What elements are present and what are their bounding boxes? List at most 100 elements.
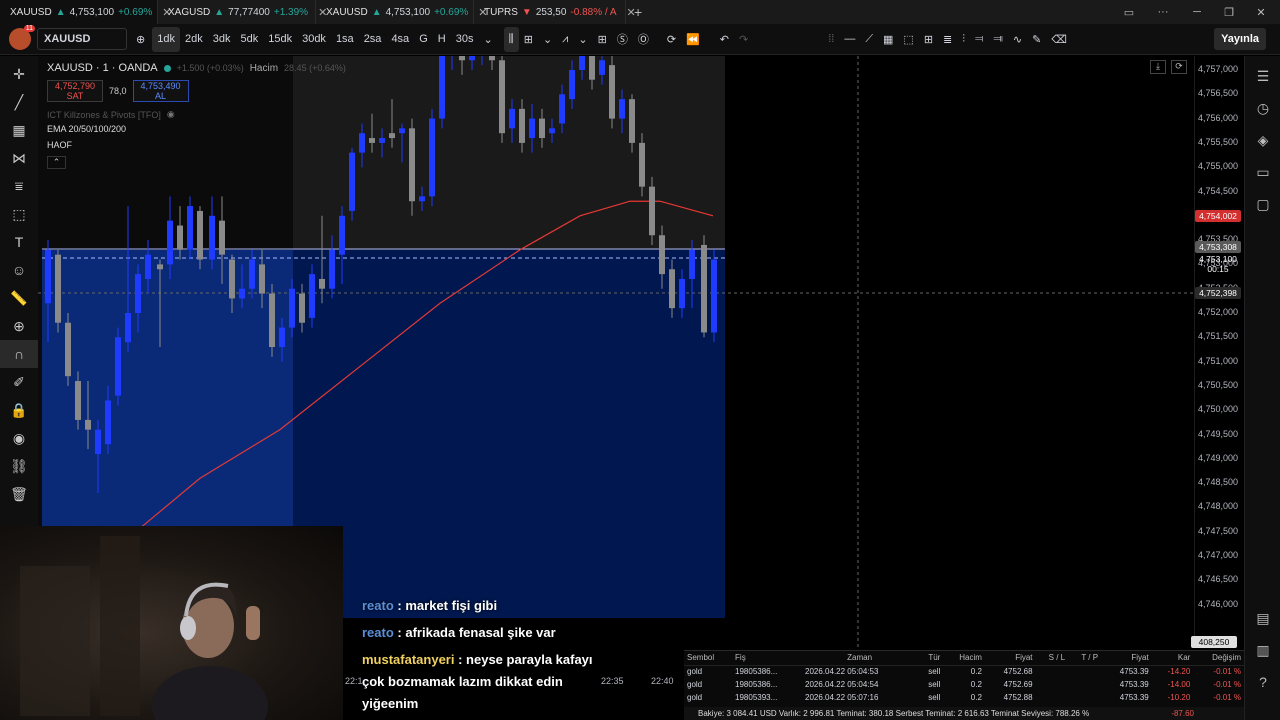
- table-row[interactable]: gold 19805386... 2026.04.22 05:04:54 sell 0.…: [684, 678, 1244, 691]
- zoom-icon[interactable]: ⊕: [0, 312, 38, 340]
- watchlist-icon[interactable]: ☰: [1245, 60, 1280, 92]
- alert-icon[interactable]: Ⓢ: [612, 27, 633, 52]
- eye-icon[interactable]: ◉: [167, 109, 175, 120]
- maximize-button[interactable]: ❐: [1212, 0, 1246, 24]
- interval-2dk[interactable]: 2dk: [180, 27, 208, 52]
- col-current-price[interactable]: Fiyat: [1101, 651, 1152, 666]
- col-volume[interactable]: Hacim: [943, 651, 985, 666]
- col-price[interactable]: Fiyat: [984, 651, 1036, 666]
- table-row[interactable]: gold 19805393... 2026.04.22 05:07:16 sell 0.…: [684, 691, 1244, 704]
- fib-grid-icon[interactable]: ▦: [0, 116, 38, 144]
- indicator-killzones[interactable]: ICT Killzones & Pivots [TFO]: [47, 110, 161, 120]
- parallel-channel-icon[interactable]: ⫤: [970, 27, 988, 52]
- brush-icon[interactable]: ✎: [1027, 27, 1046, 52]
- geometry-icon[interactable]: ⬚: [0, 200, 38, 228]
- eraser-icon[interactable]: ⌫: [1046, 27, 1072, 52]
- scroll-down-icon[interactable]: ⤓: [1150, 60, 1166, 74]
- layout-icon[interactable]: ⊞: [919, 27, 938, 52]
- candle-type-icon[interactable]: ⫼: [503, 26, 519, 52]
- interval-h[interactable]: H: [433, 27, 451, 52]
- sell-button[interactable]: 4,752,790 SAT: [47, 80, 103, 102]
- projection-icon[interactable]: ⩸: [0, 172, 38, 200]
- lock-icon[interactable]: 🔒: [0, 396, 38, 424]
- chevron-down-icon[interactable]: ⌄: [478, 27, 497, 52]
- interval-1dk[interactable]: 1dk: [152, 26, 180, 52]
- ruler-icon[interactable]: 📏: [0, 284, 38, 312]
- table-row[interactable]: gold 19805386... 2026.04.22 05:04:53 sell 0.…: [684, 665, 1244, 678]
- interval-3dk[interactable]: 3dk: [208, 27, 236, 52]
- col-profit[interactable]: Kar: [1151, 651, 1194, 666]
- bar-type-icon[interactable]: ⊞: [519, 27, 538, 52]
- calendar-icon[interactable]: ▤: [1245, 602, 1280, 634]
- path-icon[interactable]: ∿: [1008, 27, 1027, 52]
- redo-icon[interactable]: ↷: [734, 27, 753, 52]
- pencil-icon[interactable]: ✐: [0, 368, 38, 396]
- crosshair-icon[interactable]: ✛: [0, 60, 38, 88]
- alerts-clock-icon[interactable]: ◷: [1245, 92, 1280, 124]
- replay-icon[interactable]: Ⓞ: [633, 27, 654, 52]
- add-alert-icon[interactable]: ⟳: [662, 27, 681, 52]
- interval-g[interactable]: G: [414, 27, 433, 52]
- interval-4sa[interactable]: 4sa: [386, 27, 414, 52]
- emoji-icon[interactable]: ☺: [0, 256, 38, 284]
- indicator-haof[interactable]: HAOF: [47, 140, 346, 150]
- col-ticket[interactable]: Fiş: [732, 651, 803, 666]
- more-icon[interactable]: ···: [1146, 0, 1180, 24]
- trend-line-icon[interactable]: ⟋: [860, 27, 878, 52]
- layers-icon[interactable]: ◈: [1245, 124, 1280, 156]
- buy-button[interactable]: 4,753,490 AL: [132, 80, 189, 102]
- collapse-legend-icon[interactable]: ⌃: [47, 156, 66, 169]
- legend-title[interactable]: XAUUSD · 1 · OANDA: [47, 62, 158, 74]
- col-time[interactable]: Zaman: [802, 651, 918, 666]
- interval-5dk[interactable]: 5dk: [235, 27, 263, 52]
- link-icon[interactable]: ⛓: [0, 452, 38, 480]
- col-sl[interactable]: S / L: [1035, 651, 1069, 666]
- layout-icon[interactable]: ▭: [1112, 0, 1146, 24]
- tab-xagusd[interactable]: XAGUSD ▲ 77,77400 +1.39% ✕: [158, 0, 327, 24]
- interval-30dk[interactable]: 30dk: [297, 27, 331, 52]
- eye-icon[interactable]: ◉: [0, 424, 38, 452]
- vertical-line-icon[interactable]: ⫶: [957, 27, 970, 52]
- trend-line-icon[interactable]: ╱: [0, 88, 38, 116]
- new-tab-button[interactable]: +: [626, 4, 650, 20]
- pitchfork-icon[interactable]: ⫥: [988, 27, 1008, 52]
- pattern-icon[interactable]: ⋈: [0, 144, 38, 172]
- grid-icon[interactable]: ▦: [878, 27, 898, 52]
- help-icon[interactable]: ?: [1245, 666, 1280, 698]
- col-tp[interactable]: T / P: [1068, 651, 1102, 666]
- rewind-icon[interactable]: ⏪: [681, 27, 705, 52]
- symbol-search[interactable]: XAUUSD: [37, 28, 127, 50]
- trash-icon[interactable]: 🗑: [0, 480, 38, 508]
- col-change[interactable]: Değişim: [1193, 651, 1244, 666]
- fib-icon[interactable]: ≣: [938, 27, 957, 52]
- publish-button[interactable]: Yayınla: [1214, 28, 1266, 50]
- tab-xauusd-1[interactable]: XAUUSD ▲ 4,753,100 +0.69% ✕: [0, 0, 172, 24]
- close-window-button[interactable]: ✕: [1244, 0, 1278, 24]
- rectangle-icon[interactable]: ⬚: [898, 27, 918, 52]
- interval-1sa[interactable]: 1sa: [331, 27, 359, 52]
- horizontal-line-icon[interactable]: —: [839, 27, 860, 52]
- price-axis[interactable]: 4,757,000 4,756,500 4,756,000 4,755,500 4,75…: [1191, 56, 1244, 648]
- col-symbol[interactable]: Sembol: [684, 651, 733, 666]
- chevron-down-icon[interactable]: ⌄: [573, 27, 592, 52]
- refresh-icon[interactable]: ⟳: [1171, 60, 1187, 74]
- undo-icon[interactable]: ↶: [715, 27, 734, 52]
- col-type[interactable]: Tür: [917, 651, 944, 666]
- avatar[interactable]: 11: [9, 25, 35, 50]
- interval-15dk[interactable]: 15dk: [263, 27, 297, 52]
- notifications-icon[interactable]: ▥: [1245, 634, 1280, 666]
- indicator-ema[interactable]: EMA 20/50/100/200: [47, 124, 346, 134]
- ideas-icon[interactable]: ▢: [1245, 188, 1280, 220]
- magnet-icon[interactable]: ∩: [0, 340, 38, 368]
- interval-2sa[interactable]: 2sa: [359, 27, 387, 52]
- text-icon[interactable]: T: [0, 228, 38, 256]
- indicators-icon[interactable]: ⩘: [557, 27, 573, 52]
- interval-30s[interactable]: 30s: [451, 27, 479, 52]
- tab-tuprs[interactable]: TUPRS ▼ 253,50 -0.88% / A ✕: [474, 0, 636, 24]
- add-symbol-icon[interactable]: ⊕: [131, 27, 150, 52]
- chevron-down-icon[interactable]: ⌄: [538, 27, 557, 52]
- tab-xauusd-2[interactable]: XAUUSD ▲ 4,753,100 +0.69% ✕: [316, 0, 488, 24]
- drag-handle-icon[interactable]: ⁞⁞: [823, 27, 839, 52]
- templates-icon[interactable]: ⊞: [593, 27, 612, 52]
- minimize-button[interactable]: ─: [1180, 0, 1214, 24]
